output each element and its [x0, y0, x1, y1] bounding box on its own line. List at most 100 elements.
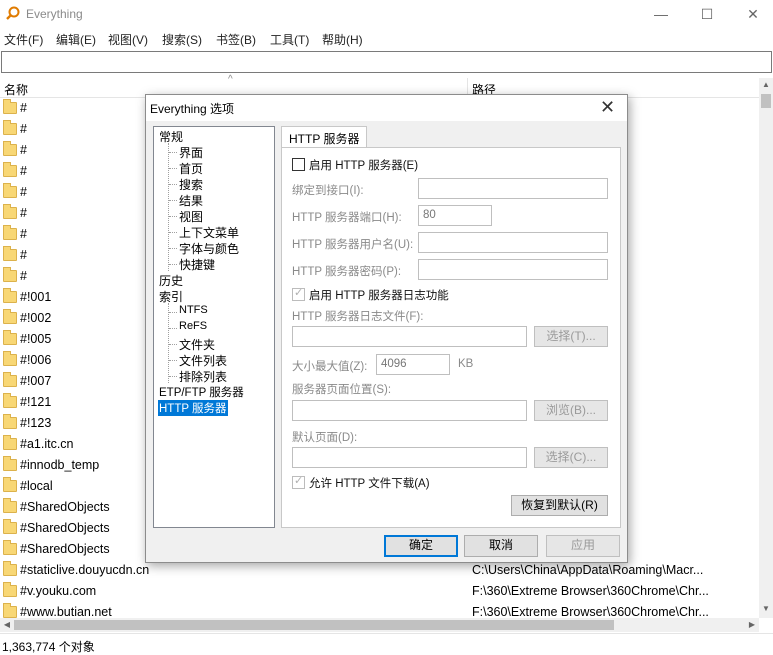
dialog-close-icon[interactable]: ✕ — [600, 97, 615, 118]
allow-download-checkbox[interactable] — [292, 474, 305, 489]
username-field[interactable] — [418, 232, 608, 253]
tab-http-server[interactable]: HTTP 服务器 — [281, 126, 368, 148]
folder-icon — [3, 267, 17, 282]
item-name: # — [20, 227, 27, 241]
page-location-browse-button[interactable]: 浏览(B)... — [534, 400, 608, 421]
bind-interface-field[interactable] — [418, 178, 608, 199]
tree-item-http-server[interactable]: HTTP 服务器 — [158, 400, 228, 416]
menu-bookmarks[interactable]: 书签(B) — [216, 31, 256, 48]
tree-item-general[interactable]: 常规 — [159, 128, 183, 145]
tree-item-view[interactable]: 视图 — [179, 208, 203, 225]
port-label: HTTP 服务器端口(H): — [292, 212, 402, 224]
item-name: #!001 — [20, 290, 52, 304]
vertical-scrollbar[interactable]: ▲ ▼ — [759, 78, 773, 618]
menu-edit[interactable]: 编辑(E) — [56, 31, 96, 48]
tree-item-exclude[interactable]: 排除列表 — [179, 368, 227, 385]
folder-icon — [3, 498, 17, 513]
everything-logo-icon — [6, 6, 20, 20]
folder-icon — [3, 582, 17, 597]
item-name: #innodb_temp — [20, 458, 100, 472]
log-file-field[interactable] — [292, 326, 527, 347]
folder-icon — [3, 120, 17, 135]
list-item[interactable]: #v.youku.com F:\360\Extreme Browser\360Ch… — [0, 581, 759, 602]
tree-connector — [169, 232, 177, 233]
folder-icon — [3, 435, 17, 450]
scroll-up-icon[interactable]: ▲ — [759, 78, 773, 92]
close-button[interactable]: ✕ — [730, 0, 773, 28]
folder-icon — [3, 477, 17, 492]
horizontal-scrollbar[interactable]: ◀ ▶ — [0, 618, 759, 632]
tree-item-history[interactable]: 历史 — [159, 272, 183, 289]
restore-default-button[interactable]: 恢复到默认(R) — [511, 495, 608, 516]
maximize-button[interactable]: ☐ — [684, 0, 730, 28]
folder-icon — [3, 603, 17, 618]
item-name: # — [20, 143, 27, 157]
tree-item-index[interactable]: 索引 — [159, 288, 183, 305]
scroll-down-icon[interactable]: ▼ — [759, 602, 773, 616]
folder-icon — [3, 99, 17, 114]
max-size-field[interactable]: 4096 — [376, 354, 450, 375]
menu-help[interactable]: 帮助(H) — [322, 31, 363, 48]
window-title: Everything — [26, 7, 83, 21]
scroll-right-icon[interactable]: ▶ — [745, 618, 759, 632]
column-name-header[interactable]: 名称 — [4, 81, 28, 98]
dialog-title: Everything 选项 — [150, 102, 235, 116]
tree-item-home[interactable]: 首页 — [179, 160, 203, 177]
password-field[interactable] — [418, 259, 608, 280]
tree-connector — [169, 216, 177, 217]
item-path: F:\360\Extreme Browser\360Chrome\Chr... — [472, 584, 709, 598]
list-item[interactable]: #www.butian.net F:\360\Extreme Browser\36… — [0, 602, 759, 618]
tree-item-search[interactable]: 搜索 — [179, 176, 203, 193]
tree-item-refs[interactable]: ReFS — [179, 320, 207, 332]
cancel-button[interactable]: 取消 — [464, 535, 538, 557]
default-page-field[interactable] — [292, 447, 527, 468]
menu-search[interactable]: 搜索(S) — [162, 31, 202, 48]
default-page-select-button[interactable]: 选择(C)... — [534, 447, 608, 468]
scroll-left-icon[interactable]: ◀ — [0, 618, 14, 632]
apply-button[interactable]: 应用 — [546, 535, 620, 557]
scroll-thumb[interactable] — [14, 620, 614, 630]
ok-button[interactable]: 确定 — [384, 535, 458, 557]
item-path: C:\Users\China\AppData\Roaming\Macr... — [472, 563, 704, 577]
item-path: F:\360\Extreme Browser\360Chrome\Chr... — [472, 605, 709, 618]
folder-icon — [3, 330, 17, 345]
folder-icon — [3, 162, 17, 177]
item-name: #!002 — [20, 311, 52, 325]
tree-item-results[interactable]: 结果 — [179, 192, 203, 209]
folder-icon — [3, 246, 17, 261]
menu-file[interactable]: 文件(F) — [4, 31, 43, 48]
item-name: #!123 — [20, 416, 52, 430]
tree-item-etp-ftp[interactable]: ETP/FTP 服务器 — [159, 384, 244, 400]
item-name: #SharedObjects — [20, 542, 110, 556]
tree-connector — [169, 312, 177, 313]
tree-item-file-lists[interactable]: 文件列表 — [179, 352, 227, 369]
item-name: #www.butian.net — [20, 605, 112, 618]
tree-item-shortcuts[interactable]: 快捷键 — [179, 256, 215, 273]
page-location-field[interactable] — [292, 400, 527, 421]
tree-item-context-menu[interactable]: 上下文菜单 — [179, 224, 239, 241]
status-bar: 1,363,774 个对象 — [0, 633, 773, 655]
bind-interface-label: 绑定到接口(I): — [292, 185, 364, 197]
tree-item-fonts-colors[interactable]: 字体与颜色 — [179, 240, 239, 257]
tree-guide-line — [168, 303, 169, 383]
tree-item-ui[interactable]: 界面 — [179, 144, 203, 161]
tree-item-ntfs[interactable]: NTFS — [179, 304, 208, 316]
enable-http-checkbox[interactable] — [292, 158, 305, 171]
menu-tools[interactable]: 工具(T) — [270, 31, 309, 48]
tree-item-folders[interactable]: 文件夹 — [179, 336, 215, 353]
search-input[interactable] — [1, 51, 772, 73]
folder-icon — [3, 183, 17, 198]
list-item[interactable]: #staticlive.douyucdn.cn C:\Users\China\Ap… — [0, 560, 759, 581]
enable-log-checkbox[interactable] — [292, 286, 305, 301]
sort-ascending-icon: ^ — [228, 74, 233, 85]
log-file-select-button[interactable]: 选择(T)... — [534, 326, 608, 347]
object-count: 1,363,774 个对象 — [2, 640, 95, 654]
scroll-thumb[interactable] — [761, 94, 771, 108]
port-field[interactable]: 80 — [418, 205, 492, 226]
max-size-label: 大小最大值(Z): — [292, 361, 368, 373]
folder-icon — [3, 204, 17, 219]
menu-view[interactable]: 视图(V) — [108, 31, 148, 48]
folder-icon — [3, 540, 17, 555]
minimize-button[interactable]: — — [638, 0, 684, 28]
folder-icon — [3, 351, 17, 366]
